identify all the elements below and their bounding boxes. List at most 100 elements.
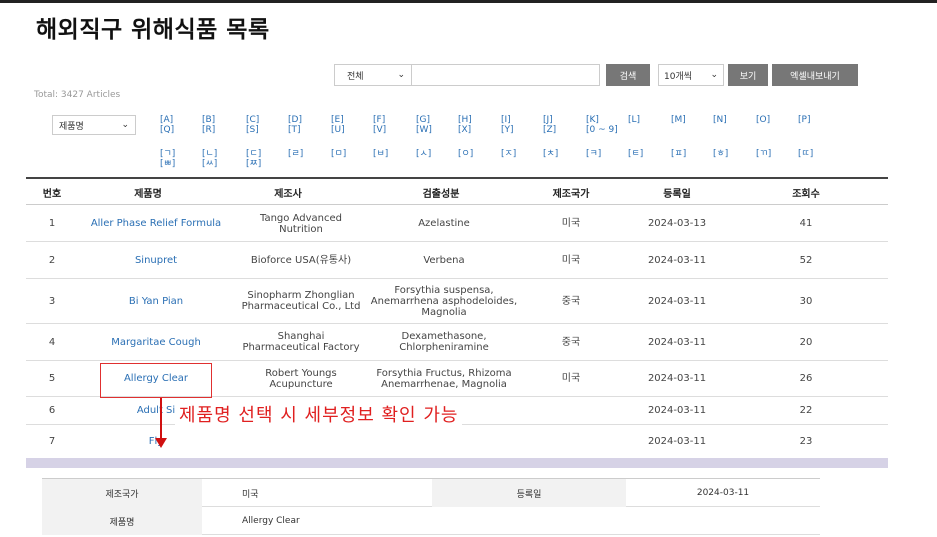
cell-product[interactable]: Sinupret (78, 242, 234, 278)
hangul-filter-link[interactable]: [ㄹ] (288, 149, 303, 159)
alpha-filter-link[interactable]: [C] [S] (246, 115, 259, 135)
alpha-filter-top: [P] (798, 115, 811, 125)
hangul-filter-link[interactable]: [ㅎ] (713, 149, 728, 159)
hangul-filter-link[interactable]: [ㅌ] (628, 149, 643, 159)
alpha-filter-top: [D] (288, 115, 302, 125)
category-select[interactable]: 제품명 ⌄ (52, 115, 136, 135)
cell-maker: Robert Youngs Acupuncture (265, 367, 337, 390)
export-excel-button[interactable]: 엑셀내보내기 (772, 64, 858, 86)
cell-ingredient: Azelastine (418, 218, 470, 229)
alpha-filter-link[interactable]: [M] (671, 115, 686, 125)
alpha-filter-link[interactable]: [H] [X] (458, 115, 472, 135)
cell-date: 2024-03-11 (647, 254, 707, 266)
cell-no: 1 (48, 218, 56, 229)
hangul-filter-top: [ㅍ] (671, 149, 687, 159)
alpha-filter-link[interactable]: [K] [0 ~ 9] (586, 115, 618, 135)
arrow-head-icon (155, 438, 167, 448)
top-border (0, 0, 937, 3)
cell-maker: Shanghai Pharmaceutical Factory (242, 331, 360, 353)
search-button[interactable]: 검색 (606, 64, 650, 86)
cell-date: 2024-03-13 (647, 218, 707, 229)
hangul-filter-link[interactable]: [ㄴ] [ㅆ] (202, 149, 217, 169)
hangul-filter-top: [ㅈ] (501, 149, 517, 159)
view-button[interactable]: 보기 (728, 64, 768, 86)
cell-product[interactable]: Aller Phase Relief Formula (78, 206, 234, 241)
alpha-filter-link[interactable]: [D] [T] (288, 115, 302, 135)
cell-no: 7 (48, 436, 56, 447)
hangul-filter-link[interactable]: [ㅋ] (586, 149, 601, 159)
cell-product[interactable]: Margaritae Cough (78, 324, 234, 360)
alpha-filter-bottom: [Z] (543, 125, 557, 135)
cell-country (524, 397, 618, 424)
detail-product-label: 제품명 (42, 507, 202, 535)
hangul-filter-bottom: [ㅉ] (246, 159, 262, 169)
alpha-filter-bottom: [U] (331, 125, 345, 135)
alpha-filter-top: [O] (756, 115, 771, 125)
cell-country: 중국 (561, 336, 581, 348)
alpha-filter-link[interactable]: [J] [Z] (543, 115, 556, 135)
cell-no: 5 (48, 373, 56, 384)
page-size-select[interactable]: 10개씩 ⌄ (658, 64, 724, 86)
cell-maker: Sinopharm Zhonglian Pharmaceutical Co., … (241, 290, 361, 312)
cell-no: 6 (48, 405, 56, 416)
hangul-filter-top: [ㄴ] (202, 149, 218, 159)
hangul-filter-link[interactable]: [ㅊ] (543, 149, 558, 159)
cell-date: 2024-03-11 (647, 373, 707, 384)
alpha-filter-bottom: [Y] (501, 125, 514, 135)
cell-views: 26 (799, 373, 813, 384)
hangul-filter-link[interactable]: [ㅇ] (458, 149, 473, 159)
cell-country: 중국 (561, 295, 581, 307)
chevron-down-icon: ⌄ (710, 70, 718, 80)
cell-product[interactable]: Bi Yan Pian (78, 279, 234, 323)
hangul-filter-top: [ㄹ] (288, 149, 304, 159)
cell-maker: Bioforce USA(유통사) (250, 254, 352, 266)
alpha-filter-link[interactable]: [I] [Y] (501, 115, 514, 135)
cell-ingredient: Forsythia Fructus, Rhizoma Anemarrhenae,… (376, 367, 512, 390)
cell-views: 22 (799, 405, 813, 416)
hangul-filter-top: [ㄱ] (160, 149, 176, 159)
alpha-filter-top: [B] (202, 115, 216, 125)
table-row: 2 Sinupret Bioforce USA(유통사) Verbena 미국 2024-… (26, 242, 888, 279)
alpha-filter-link[interactable]: [L] (628, 115, 640, 125)
hangul-filter-link[interactable]: [ㅁ] (331, 149, 346, 159)
total-count: Total: 3427 Articles (34, 90, 121, 100)
alpha-filter-link[interactable]: [N] (713, 115, 727, 125)
detail-row-country: 제조국가 미국 등록일 2024-03-11 (42, 479, 820, 507)
alpha-filter-link[interactable]: [G] [W] (416, 115, 432, 135)
hangul-filter-link[interactable]: [ㄲ] (756, 149, 771, 159)
header-maker: 제조사 (274, 188, 302, 200)
alpha-filter-link[interactable]: [E] [U] (331, 115, 345, 135)
detail-row-product: 제품명 Allergy Clear (42, 507, 820, 535)
search-input[interactable] (412, 64, 600, 86)
table-row: 1 Aller Phase Relief Formula Tango Advance… (26, 206, 888, 242)
hangul-filter-link[interactable]: [ㄸ] (798, 149, 813, 159)
detail-product-value: Allergy Clear (242, 516, 300, 526)
alpha-filter-link[interactable]: [F] [V] (373, 115, 386, 135)
cell-date: 2024-03-11 (647, 336, 707, 348)
alpha-filter-link[interactable]: [B] [R] (202, 115, 215, 135)
hangul-filter-link[interactable]: [ㄷ] [ㅉ] (246, 149, 261, 169)
hangul-filter-link[interactable]: [ㅍ] (671, 149, 686, 159)
table-row: 3 Bi Yan Pian Sinopharm Zhonglian Pharmace… (26, 279, 888, 324)
header-date: 등록일 (663, 188, 691, 200)
hangul-filter-link[interactable]: [ㅂ] (373, 149, 388, 159)
cell-no: 2 (48, 254, 56, 266)
cell-no: 4 (48, 336, 56, 348)
hangul-filter-link[interactable]: [ㅅ] (416, 149, 431, 159)
search-field-label: 전체 (347, 71, 364, 82)
alpha-filter-link[interactable]: [A] [Q] (160, 115, 174, 135)
detail-table: 제조국가 미국 등록일 2024-03-11 제품명 Allergy Clear (42, 478, 820, 535)
alpha-filter-top: [J] (543, 115, 553, 125)
cell-country (524, 425, 618, 458)
search-field-select[interactable]: 전체 ⌄ (334, 64, 412, 86)
hangul-filter-top: [ㅎ] (713, 149, 729, 159)
alpha-filter-link[interactable]: [P] (798, 115, 810, 125)
alpha-filter-link[interactable]: [O] (756, 115, 770, 125)
hangul-filter-link[interactable]: [ㄱ] [ㅃ] (160, 149, 175, 169)
page-size-label: 10개씩 (664, 71, 693, 82)
hangul-filter-link[interactable]: [ㅈ] (501, 149, 516, 159)
header-country: 제조국가 (552, 188, 590, 200)
alpha-filter-top: [L] (628, 115, 641, 125)
cell-maker: Tango Advanced Nutrition (260, 212, 342, 235)
highlight-box (100, 363, 212, 398)
